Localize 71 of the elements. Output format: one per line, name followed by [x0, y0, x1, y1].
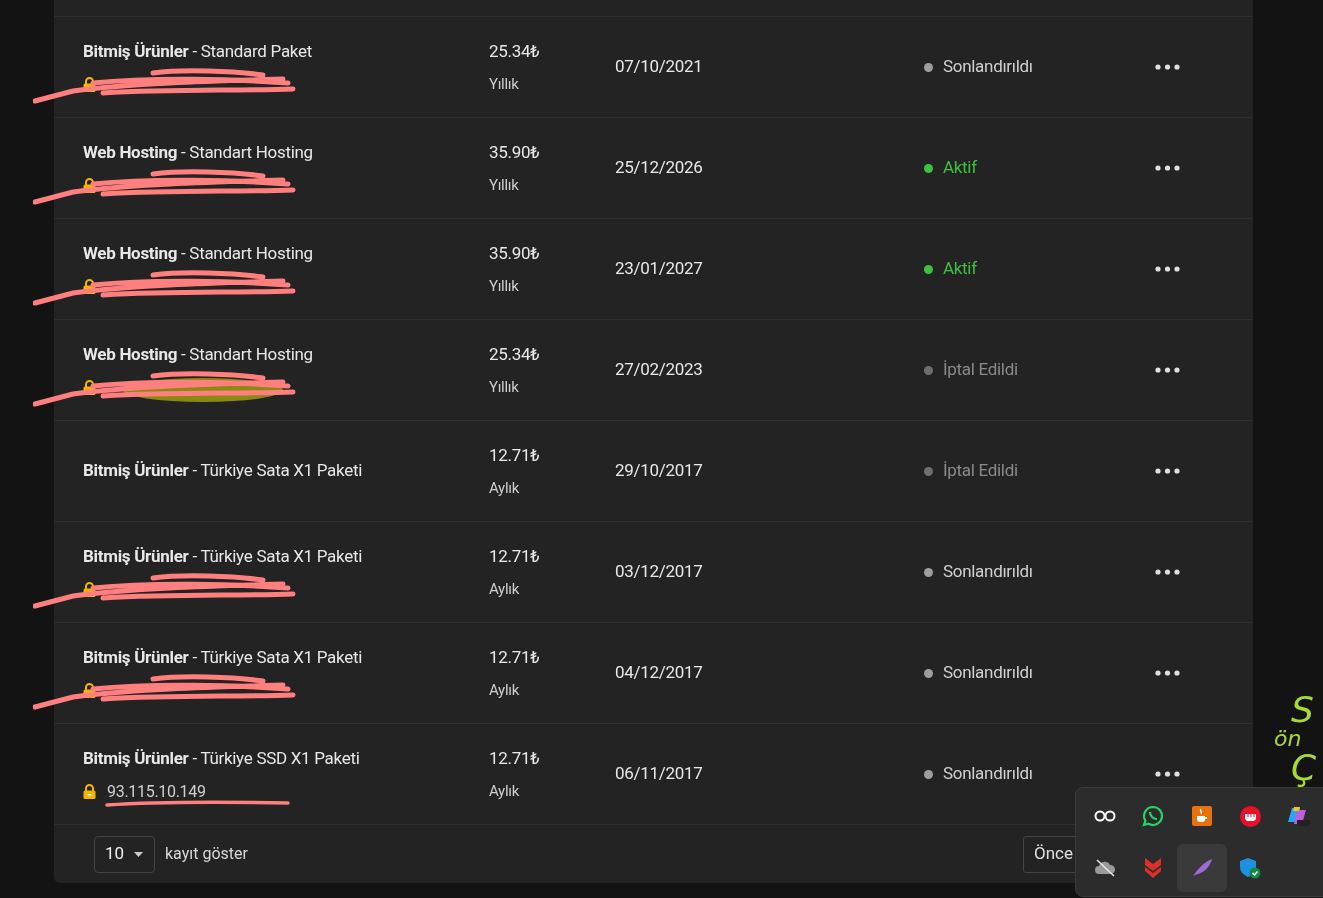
status-label: Sonlandırıldı [943, 661, 1033, 685]
due-date: 07/10/2021 [615, 55, 704, 79]
status-label: Sonlandırıldı [943, 560, 1033, 584]
due-date: 04/12/2017 [615, 661, 704, 685]
more-icon[interactable] [1155, 367, 1180, 373]
product-name[interactable]: Web Hosting - Standart Hosting [83, 342, 489, 368]
due-date: 03/12/2017 [615, 560, 704, 584]
wallpaper-text: ön [1274, 728, 1302, 750]
more-icon[interactable] [1155, 266, 1180, 272]
more-icon[interactable] [1155, 165, 1180, 171]
billing-cycle: Aylık [489, 477, 520, 499]
lock-icon [83, 380, 96, 396]
due-date: 27/02/2023 [615, 358, 704, 382]
lock-icon [83, 582, 96, 598]
price-text: 12.71₺ [489, 444, 541, 467]
chat-icon [1142, 805, 1165, 827]
product-name[interactable]: Web Hosting - Standart Hosting [83, 140, 489, 166]
more-icon[interactable] [1155, 64, 1180, 70]
product-name[interactable]: Web Hosting - Standart Hosting [83, 241, 489, 267]
product-name[interactable]: Bitmiş Ürünler - Türkiye Sata X1 Paketi [83, 544, 489, 570]
product-name[interactable]: Bitmiş Ürünler - Türkiye Sata X1 Paketi [83, 458, 489, 484]
due-date: 06/11/2017 [615, 762, 704, 786]
due-date: 29/10/2017 [615, 459, 704, 483]
lock-icon [83, 279, 96, 295]
feather-icon [1191, 859, 1212, 877]
product-name[interactable]: Bitmiş Ürünler - Türkiye Sata X1 Paketi [83, 645, 489, 671]
shield-icon [1239, 857, 1262, 879]
domain-text: 93.115.10.149 [107, 780, 206, 803]
price-text: 25.34₺ [489, 40, 541, 63]
due-date: 23/01/2027 [615, 257, 704, 281]
price-text: 35.90₺ [489, 242, 541, 265]
due-date: 25/12/2026 [615, 156, 704, 180]
cloud-off-icon [1094, 859, 1116, 877]
cup-icon [1191, 806, 1212, 826]
caret-icon [134, 851, 144, 857]
fist-icon [1239, 805, 1261, 827]
link-icon [1094, 810, 1116, 822]
price-text: 35.90₺ [489, 141, 541, 164]
price-text: 12.71₺ [489, 545, 541, 568]
price-text: 12.71₺ [489, 646, 541, 669]
product-name[interactable]: Bitmiş Ürünler - Standard Paket [83, 39, 489, 65]
billing-cycle: Yıllık [489, 73, 520, 95]
billing-cycle: Aylık [489, 780, 520, 802]
more-icon[interactable] [1155, 771, 1180, 777]
chevron-icon [1145, 858, 1162, 878]
more-icon[interactable] [1155, 468, 1180, 474]
price-text: 12.71₺ [489, 747, 541, 770]
billing-cycle: Yıllık [489, 275, 520, 297]
more-icon[interactable] [1155, 670, 1180, 676]
lock-icon [83, 784, 96, 800]
product-name[interactable]: Bitmiş Ürünler - Türkiye SSD X1 Paketi [83, 746, 489, 772]
wallpaper-text: S [1291, 692, 1314, 728]
status-label: İptal Edildi [943, 358, 1018, 382]
billing-cycle: Yıllık [489, 174, 520, 196]
page-size-label: kayıt göster [165, 843, 248, 865]
app-icon [1287, 806, 1310, 826]
page-size-select[interactable]: 10 [94, 835, 155, 873]
more-icon[interactable] [1155, 569, 1180, 575]
wallpaper-text: Ç [1291, 750, 1317, 786]
price-text: 25.34₺ [489, 343, 541, 366]
lock-icon [83, 683, 96, 699]
billing-cycle: Aylık [489, 578, 520, 600]
status-label: İptal Edildi [943, 459, 1018, 483]
status-label: Sonlandırıldı [943, 55, 1033, 79]
status-label: Sonlandırıldı [943, 762, 1033, 786]
billing-cycle: Yıllık [489, 376, 520, 398]
status-label: Aktif [943, 156, 977, 180]
lock-icon [83, 77, 96, 93]
status-label: Aktif [943, 257, 977, 281]
lock-icon [83, 178, 96, 194]
billing-cycle: Aylık [489, 679, 520, 701]
